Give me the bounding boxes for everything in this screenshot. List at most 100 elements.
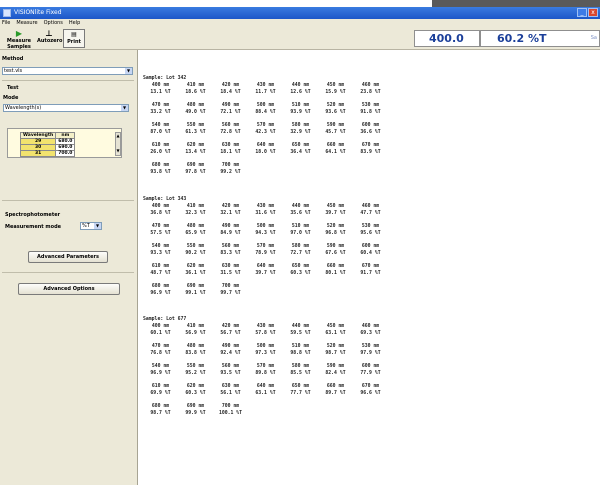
value-cell: 61.3 %T	[185, 130, 206, 135]
top-strip	[0, 0, 600, 7]
value-cell: 32.9 %T	[290, 130, 311, 135]
advanced-options-button[interactable]: Advanced Options	[18, 283, 120, 295]
value-cell: 94.3 %T	[255, 231, 276, 236]
row-nm[interactable]: 700.0	[55, 150, 76, 157]
close-button[interactable]: x	[588, 8, 598, 17]
wl-cell: 500 nm	[256, 103, 275, 108]
value-cell: 64.1 %T	[325, 150, 346, 155]
row-nm[interactable]: 680.0	[55, 138, 76, 145]
wavelength-scrollbar[interactable]: ▲ ▼	[115, 132, 121, 156]
divider	[2, 80, 134, 81]
measurement-mode-value: %T	[82, 223, 90, 229]
wl-cell: 460 nm	[361, 204, 380, 209]
value-cell: 56.1 %T	[220, 391, 241, 396]
mode-select[interactable]: Wavelength(s) ▼	[3, 104, 129, 112]
wl-cell: 660 nm	[326, 264, 345, 269]
wavelength-row: 680 nm 690 nm 700 nm	[143, 162, 413, 169]
minimize-button[interactable]: _	[577, 8, 587, 17]
value-cell: 89.7 %T	[325, 391, 346, 396]
wl-cell: 530 nm	[361, 224, 380, 229]
wl-cell: 610 nm	[151, 264, 170, 269]
wl-cell: 480 nm	[186, 344, 205, 349]
value-cell: 60.3 %T	[290, 271, 311, 276]
value-cell: 72.8 %T	[220, 130, 241, 135]
value-cell: 90.2 %T	[185, 251, 206, 256]
value-cell: 60.1 %T	[150, 331, 171, 336]
wl-cell: 440 nm	[291, 324, 310, 329]
value-cell: 88.4 %T	[255, 110, 276, 115]
value-cell: 12.6 %T	[290, 90, 311, 95]
value-cell: 56.9 %T	[185, 331, 206, 336]
menu-help[interactable]: Help	[69, 19, 80, 28]
value-cell: 98.8 %T	[290, 351, 311, 356]
value-cell: 32.1 %T	[220, 211, 241, 216]
wavelength-row: 610 nm 620 nm 630 nm 640 nm 650 nm 660 nm 670 …	[143, 383, 413, 390]
value-cell: 18.0 %T	[255, 150, 276, 155]
wl-cell: 450 nm	[326, 324, 345, 329]
wl-cell: 520 nm	[326, 103, 345, 108]
wl-cell: 560 nm	[221, 364, 240, 369]
play-icon: ▶	[15, 29, 23, 38]
results-area: Sample: Lot 342 400 nm 410 nm 420 nm 430 nm…	[139, 50, 600, 485]
wl-cell: 520 nm	[326, 344, 345, 349]
value-cell: 82.4 %T	[325, 371, 346, 376]
value-cell: 99.1 %T	[185, 291, 206, 296]
test-label: Test	[7, 85, 19, 91]
wl-cell: 690 nm	[186, 163, 205, 168]
value-cell: 97.0 %T	[290, 231, 311, 236]
wavelength-row: 400 nm 410 nm 420 nm 430 nm 440 nm 450 nm 460 …	[143, 203, 413, 210]
value-cell: 95.2 %T	[185, 371, 206, 376]
wavelength-row: 400 nm 410 nm 420 nm 430 nm 440 nm 450 nm 460 …	[143, 82, 413, 89]
wl-cell: 440 nm	[291, 83, 310, 88]
wl-cell: 510 nm	[291, 224, 310, 229]
wl-cell: 500 nm	[256, 344, 275, 349]
value-cell: 31.5 %T	[220, 271, 241, 276]
wl-cell: 450 nm	[326, 83, 345, 88]
wl-cell: 560 nm	[221, 244, 240, 249]
table-row[interactable]: 31 700.0	[19, 150, 76, 157]
row-nm[interactable]: 690.0	[55, 144, 76, 151]
method-select[interactable]: test.vls ▼	[2, 67, 133, 75]
printer-icon: ▤	[71, 31, 77, 38]
measure-samples-button[interactable]: ▶ Measure Samples	[2, 29, 36, 50]
wl-cell: 630 nm	[221, 143, 240, 148]
print-button[interactable]: ▤ Print	[63, 29, 85, 48]
wl-cell: 500 nm	[256, 224, 275, 229]
chevron-down-icon: ▼	[121, 105, 128, 111]
app-icon	[3, 9, 11, 17]
value-cell: 91.8 %T	[360, 110, 381, 115]
value-cell: 96.8 %T	[325, 231, 346, 236]
autozero-icon: ⊥	[45, 29, 53, 38]
value-cell: 13.1 %T	[150, 90, 171, 95]
value-row: 76.8 %T 83.8 %T 92.4 %T 97.3 %T 98.8 %T 98.7 …	[143, 350, 413, 357]
wl-cell: 690 nm	[186, 404, 205, 409]
wl-cell: 490 nm	[221, 224, 240, 229]
value-cell: 98.7 %T	[150, 411, 171, 416]
value-cell: 80.1 %T	[325, 271, 346, 276]
wl-cell: 540 nm	[151, 244, 170, 249]
wl-cell: 490 nm	[221, 344, 240, 349]
value-cell: 63.1 %T	[255, 391, 276, 396]
wl-cell: 670 nm	[361, 264, 380, 269]
wl-cell: 640 nm	[256, 384, 275, 389]
measurement-mode-select[interactable]: %T ▼	[80, 222, 102, 230]
wl-cell: 580 nm	[291, 123, 310, 128]
wl-cell: 610 nm	[151, 143, 170, 148]
menu-measure[interactable]: Measure	[16, 19, 37, 28]
value-row: 98.7 %T 99.9 %T 100.1 %T	[143, 410, 413, 417]
wl-cell: 640 nm	[256, 264, 275, 269]
value-cell: 59.5 %T	[290, 331, 311, 336]
wl-cell: 570 nm	[256, 364, 275, 369]
method-panel: Method test.vls ▼ Test Mode Wavelength(s…	[0, 50, 138, 485]
value-cell: 57.8 %T	[255, 331, 276, 336]
menu-file[interactable]: File	[2, 19, 10, 28]
mode-select-value: Wavelength(s)	[5, 105, 42, 111]
wl-cell: 570 nm	[256, 244, 275, 249]
sample-title: Sample: Lot 677	[143, 317, 187, 322]
wl-cell: 660 nm	[326, 384, 345, 389]
value-cell: 98.7 %T	[325, 351, 346, 356]
advanced-parameters-button[interactable]: Advanced Parameters	[28, 251, 108, 263]
menu-options[interactable]: Options	[44, 19, 63, 28]
value-cell: 39.7 %T	[255, 271, 276, 276]
autozero-button[interactable]: ⊥ Autozero	[37, 29, 62, 48]
